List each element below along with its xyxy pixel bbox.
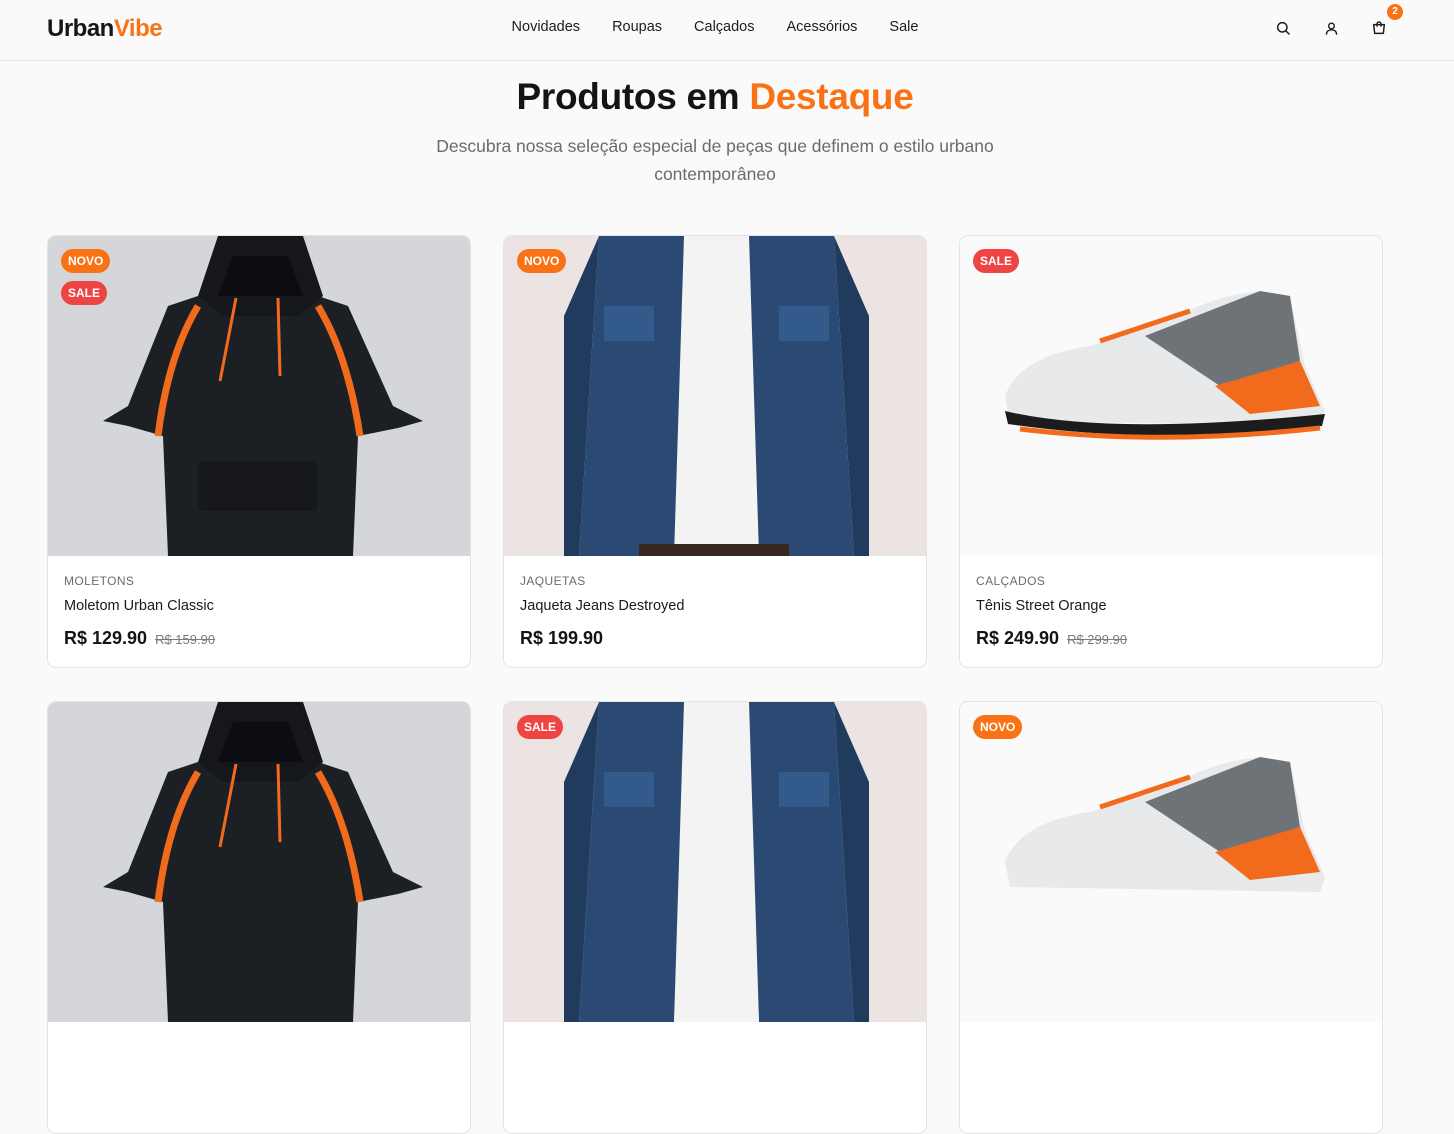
price-row: R$ 129.90 R$ 159.90	[64, 628, 215, 649]
nav-item-sale[interactable]: Sale	[889, 19, 918, 35]
badge-novo: NOVO	[517, 249, 567, 273]
product-info: CALÇADOS Tênis Street Orange R$ 249.90 R…	[960, 556, 1382, 667]
badge-sale: SALE	[973, 249, 1020, 273]
section-subtitle: Descubra nossa seleção especial de peças…	[436, 136, 994, 184]
product-image-sneaker[interactable]	[960, 702, 1382, 1022]
product-image-jacket[interactable]	[504, 702, 926, 1022]
product-name[interactable]: Moletom Urban Classic	[64, 598, 214, 614]
nav-item-roupas[interactable]: Roupas	[612, 19, 662, 35]
badge-sale: SALE	[517, 715, 564, 739]
product-category: JAQUETAS	[520, 574, 586, 588]
product-card-5[interactable]: SALE	[503, 701, 927, 1134]
product-card-1[interactable]: NOVO SALE MOLETONS Moletom Urban Classic…	[47, 235, 471, 668]
cart-icon	[1372, 21, 1386, 35]
section-title-part1: Produtos em	[516, 76, 740, 117]
nav-item-novidades[interactable]: Novidades	[512, 19, 581, 35]
product-card-6[interactable]: NOVO	[959, 701, 1383, 1134]
cart-count-badge: 2	[1387, 4, 1403, 20]
nav-item-acessorios[interactable]: Acessórios	[787, 19, 858, 35]
main-nav: Novidades Roupas Calçados Acessórios Sal…	[0, 19, 1430, 35]
badge-novo: NOVO	[973, 715, 1023, 739]
product-name[interactable]: Tênis Street Orange	[976, 598, 1107, 614]
product-card-4[interactable]	[47, 701, 471, 1134]
product-price: R$ 249.90	[976, 628, 1060, 648]
user-icon	[1325, 22, 1337, 35]
nav-item-calcados[interactable]: Calçados	[694, 19, 754, 35]
product-old-price: R$ 299.90	[1067, 632, 1128, 647]
product-name[interactable]: Jaqueta Jeans Destroyed	[520, 598, 684, 614]
product-category: MOLETONS	[64, 574, 135, 588]
product-price: R$ 199.90	[520, 628, 604, 648]
product-price: R$ 129.90	[64, 628, 148, 648]
product-image-sneaker[interactable]	[960, 236, 1382, 556]
badge-novo: NOVO	[61, 249, 111, 273]
badge-sale: SALE	[61, 281, 108, 305]
price-row: R$ 249.90 R$ 299.90	[976, 628, 1127, 649]
account-button[interactable]	[1320, 17, 1342, 39]
product-image-hoodie[interactable]	[48, 236, 470, 556]
product-image-hoodie[interactable]	[48, 702, 470, 1022]
search-button[interactable]	[1272, 17, 1294, 39]
product-old-price: R$ 159.90	[155, 632, 216, 647]
search-icon	[1276, 21, 1290, 35]
product-card-3[interactable]: SALE CALÇADOS Tênis Street Orange R$ 249…	[959, 235, 1383, 668]
product-card-2[interactable]: NOVO JAQUETAS Jaqueta Jeans Destroyed R$…	[503, 235, 927, 668]
product-info: MOLETONS Moletom Urban Classic R$ 129.90…	[48, 556, 470, 667]
site-header: UrbanVibe Novidades Roupas Calçados Aces…	[0, 0, 1454, 61]
cart-button[interactable]	[1368, 17, 1390, 39]
product-info: JAQUETAS Jaqueta Jeans Destroyed R$ 199.…	[504, 556, 926, 667]
price-row: R$ 199.90	[520, 628, 603, 649]
section-title-accent: Destaque	[749, 76, 914, 117]
product-image-jacket[interactable]	[504, 236, 926, 556]
section-title: Produtos em Destaque	[0, 76, 1430, 118]
product-category: CALÇADOS	[976, 574, 1046, 588]
